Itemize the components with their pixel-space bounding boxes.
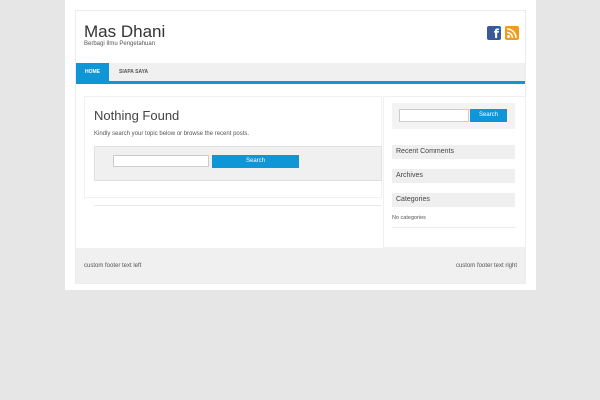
main-navigation: HOME SIAPA SAYA	[76, 63, 525, 84]
main-content: Nothing Found Kindly search your topic b…	[84, 96, 382, 206]
site-description: Berbagi Ilmu Pengetahuan	[84, 41, 156, 47]
divider	[94, 205, 381, 206]
search-panel: Search	[94, 146, 382, 181]
sidebar-search-button[interactable]: Search	[470, 109, 507, 122]
widget-title-recent-comments: Recent Comments	[392, 145, 515, 159]
page-title: Nothing Found	[94, 108, 180, 123]
content-box: Nothing Found Kindly search your topic b…	[84, 96, 382, 206]
search-input[interactable]	[113, 155, 209, 167]
search-button[interactable]: Search	[212, 155, 299, 168]
nav-item-home[interactable]: HOME	[76, 63, 109, 81]
footer-text-right: custom footer text right	[455, 263, 517, 269]
sidebar: Search Recent Comments Archives Categori…	[383, 96, 526, 248]
no-categories-text: No categories	[392, 215, 426, 221]
footer-text-left: custom footer text left	[84, 263, 142, 269]
sidebar-search-input[interactable]	[399, 109, 469, 122]
footer: custom footer text left custom footer te…	[76, 248, 525, 283]
page-wrapper: Mas Dhani Berbagi Ilmu Pengetahuan f HOM…	[65, 0, 536, 290]
intro-text: Kindly search your topic below or browse…	[94, 131, 250, 137]
site-container: Mas Dhani Berbagi Ilmu Pengetahuan f HOM…	[75, 10, 526, 284]
widget-title-archives: Archives	[392, 169, 515, 183]
rss-icon[interactable]	[505, 26, 519, 40]
site-title[interactable]: Mas Dhani	[84, 22, 165, 42]
divider	[392, 227, 516, 228]
widget-title-categories: Categories	[392, 193, 515, 207]
facebook-icon[interactable]: f	[487, 26, 501, 41]
nav-item-siapa-saya[interactable]: SIAPA SAYA	[119, 63, 148, 81]
